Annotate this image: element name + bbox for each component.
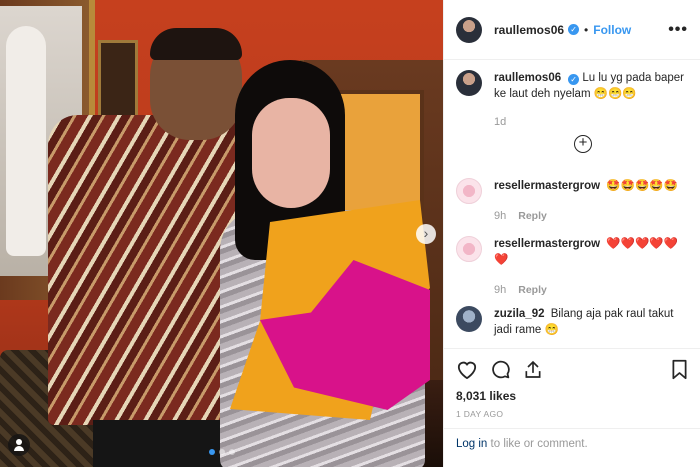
reply-button[interactable]: Reply: [518, 210, 547, 222]
avatar[interactable]: [456, 306, 482, 332]
comment-icon[interactable]: [490, 359, 511, 380]
comment-username[interactable]: resellermastergrow: [494, 238, 600, 250]
comment-username[interactable]: raullemos06: [494, 72, 561, 84]
bookmark-icon[interactable]: [671, 359, 688, 380]
login-text: to like or comment.: [487, 438, 588, 450]
post-time[interactable]: 1 DAY AGO: [456, 409, 688, 419]
comment-time[interactable]: 9h: [494, 210, 506, 222]
login-link[interactable]: Log in: [456, 438, 487, 450]
next-photo-button[interactable]: ›: [416, 224, 436, 244]
avatar[interactable]: [456, 178, 482, 204]
carousel-dot: [218, 449, 225, 455]
post-actions: 8,031 likes 1 DAY AGO: [444, 348, 700, 419]
carousel-indicator: [0, 449, 443, 455]
likes-count[interactable]: 8,031 likes: [456, 389, 688, 403]
comment-text: 🤩🤩🤩🤩🤩: [606, 180, 678, 192]
plus-circle-icon[interactable]: +: [574, 135, 592, 153]
comment-username[interactable]: zuzila_92: [494, 308, 545, 320]
avatar[interactable]: [456, 16, 482, 43]
caption: raullemos06 ✓ Lu lu yg pada baper ke laut…: [456, 70, 692, 130]
comment-item: resellermastergrow 🤩🤩🤩🤩🤩 9h Reply: [456, 178, 692, 224]
share-icon[interactable]: [523, 359, 543, 380]
carousel-dot: [228, 449, 235, 455]
post-sidebar: raullemos06 ✓ • Follow ••• raullemos06 ✓ …: [443, 0, 700, 467]
more-options-icon[interactable]: •••: [668, 21, 688, 39]
avatar[interactable]: [456, 70, 482, 96]
heart-icon[interactable]: [456, 359, 478, 379]
avatar[interactable]: [456, 236, 482, 262]
post-username[interactable]: raullemos06: [494, 23, 564, 37]
comment-item: zuzila_92 Bilang aja pak raul takut jadi…: [456, 306, 692, 338]
post-photo[interactable]: ›: [0, 0, 443, 467]
carousel-dot: [208, 449, 215, 455]
separator: •: [584, 22, 589, 37]
comment-time[interactable]: 9h: [494, 284, 506, 296]
man-figure: [48, 28, 248, 467]
verified-badge-icon: ✓: [568, 24, 580, 35]
verified-badge-icon: ✓: [568, 74, 580, 85]
follow-button[interactable]: Follow: [593, 23, 631, 37]
reply-button[interactable]: Reply: [518, 284, 547, 296]
comment-username[interactable]: resellermastergrow: [494, 180, 600, 192]
post-header: raullemos06 ✓ • Follow •••: [444, 0, 700, 60]
comment-item: resellermastergrow ❤️❤️❤️❤️❤️❤️ 9h Reply: [456, 236, 692, 298]
woman-figure: [220, 60, 435, 467]
comment-time[interactable]: 1d: [494, 116, 506, 128]
login-prompt: Log in to like or comment.: [444, 428, 700, 459]
